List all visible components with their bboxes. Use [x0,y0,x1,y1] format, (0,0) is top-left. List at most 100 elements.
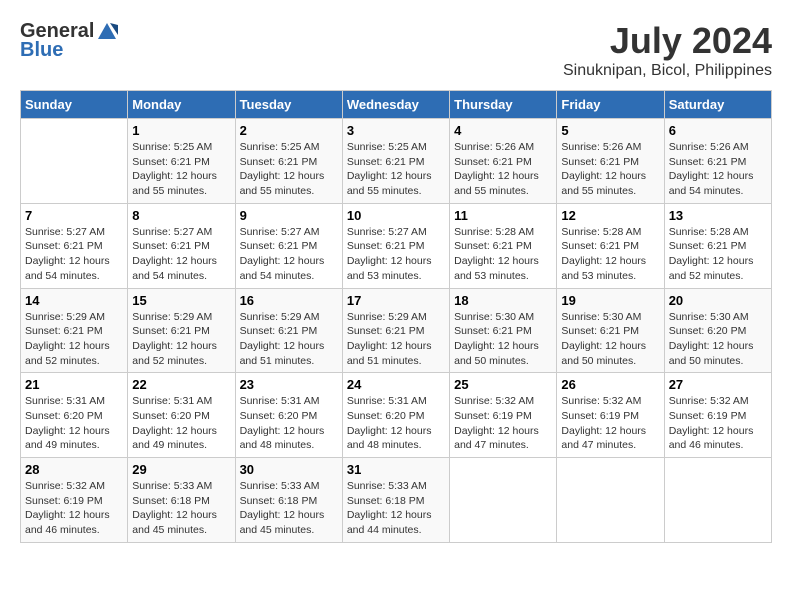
cell-content: Sunrise: 5:32 AM Sunset: 6:19 PM Dayligh… [454,394,552,453]
table-row: 2Sunrise: 5:25 AM Sunset: 6:21 PM Daylig… [235,119,342,204]
cell-content: Sunrise: 5:28 AM Sunset: 6:21 PM Dayligh… [454,225,552,284]
cell-content: Sunrise: 5:32 AM Sunset: 6:19 PM Dayligh… [669,394,767,453]
table-row: 4 Sunrise: 5:26 AM Sunset: 6:21 PM Daylig… [450,119,557,204]
table-row: 13 Sunrise: 5:28 AM Sunset: 6:21 PM Dayli… [664,203,771,288]
cell-content: Sunrise: 5:29 AM Sunset: 6:21 PM Dayligh… [347,310,445,369]
cell-content: Sunrise: 5:31 AM Sunset: 6:20 PM Dayligh… [25,394,123,453]
cell-content: Sunrise: 5:30 AM Sunset: 6:20 PM Dayligh… [669,310,767,369]
cell-content: Sunrise: 5:29 AM Sunset: 6:21 PM Dayligh… [240,310,338,369]
cell-content: Sunrise: 5:29 AM Sunset: 6:21 PM Dayligh… [132,310,230,369]
table-row: 31 Sunrise: 5:33 AM Sunset: 6:18 PM Dayli… [342,458,449,543]
day-number: 5 [561,123,659,138]
table-row [664,458,771,543]
table-row: 30Sunrise: 5:33 AM Sunset: 6:18 PM Dayli… [235,458,342,543]
table-row: 25 Sunrise: 5:32 AM Sunset: 6:19 PM Dayli… [450,373,557,458]
day-number: 26 [561,377,659,392]
header-row: Sunday Monday Tuesday Wednesday Thursday… [21,91,772,119]
table-row: 23Sunrise: 5:31 AM Sunset: 6:20 PM Dayli… [235,373,342,458]
day-number: 13 [669,208,767,223]
cell-content: Sunrise: 5:25 AM Sunset: 6:21 PM Dayligh… [240,140,338,199]
table-row: 5 Sunrise: 5:26 AM Sunset: 6:21 PM Daylig… [557,119,664,204]
table-row [450,458,557,543]
day-number: 24 [347,377,445,392]
day-number: 23 [240,377,338,392]
col-monday: Monday [128,91,235,119]
table-row: 7 Sunrise: 5:27 AM Sunset: 6:21 PM Daylig… [21,203,128,288]
table-row: 17 Sunrise: 5:29 AM Sunset: 6:21 PM Dayli… [342,288,449,373]
day-number: 1 [132,123,230,138]
month-year: July 2024 [563,20,772,62]
day-number: 3 [347,123,445,138]
cell-content: Sunrise: 5:30 AM Sunset: 6:21 PM Dayligh… [561,310,659,369]
cell-content: Sunrise: 5:28 AM Sunset: 6:21 PM Dayligh… [669,225,767,284]
cell-content: Sunrise: 5:25 AM Sunset: 6:21 PM Dayligh… [132,140,230,199]
week-row-5: 28 Sunrise: 5:32 AM Sunset: 6:19 PM Dayli… [21,458,772,543]
week-row-1: 1 Sunrise: 5:25 AM Sunset: 6:21 PM Daylig… [21,119,772,204]
logo-icon [96,21,118,43]
cell-content: Sunrise: 5:30 AM Sunset: 6:21 PM Dayligh… [454,310,552,369]
cell-content: Sunrise: 5:27 AM Sunset: 6:21 PM Dayligh… [132,225,230,284]
calendar-table: Sunday Monday Tuesday Wednesday Thursday… [20,90,772,543]
table-row: 10 Sunrise: 5:27 AM Sunset: 6:21 PM Dayli… [342,203,449,288]
cell-content: Sunrise: 5:29 AM Sunset: 6:21 PM Dayligh… [25,310,123,369]
col-saturday: Saturday [664,91,771,119]
cell-content: Sunrise: 5:32 AM Sunset: 6:19 PM Dayligh… [25,479,123,538]
day-number: 20 [669,293,767,308]
table-row: 3Sunrise: 5:25 AM Sunset: 6:21 PM Daylig… [342,119,449,204]
cell-content: Sunrise: 5:31 AM Sunset: 6:20 PM Dayligh… [132,394,230,453]
col-wednesday: Wednesday [342,91,449,119]
table-row: 18 Sunrise: 5:30 AM Sunset: 6:21 PM Dayli… [450,288,557,373]
table-row: 9 Sunrise: 5:27 AM Sunset: 6:21 PM Daylig… [235,203,342,288]
header: General Blue July 2024 Sinuknipan, Bicol… [20,20,772,80]
day-number: 10 [347,208,445,223]
table-row: 19 Sunrise: 5:30 AM Sunset: 6:21 PM Dayli… [557,288,664,373]
day-number: 9 [240,208,338,223]
day-number: 6 [669,123,767,138]
table-row: 11 Sunrise: 5:28 AM Sunset: 6:21 PM Dayli… [450,203,557,288]
table-row: 26 Sunrise: 5:32 AM Sunset: 6:19 PM Dayli… [557,373,664,458]
table-row: 15Sunrise: 5:29 AM Sunset: 6:21 PM Dayli… [128,288,235,373]
cell-content: Sunrise: 5:27 AM Sunset: 6:21 PM Dayligh… [25,225,123,284]
day-number: 7 [25,208,123,223]
logo: General Blue [20,20,118,62]
day-number: 16 [240,293,338,308]
table-row: 27Sunrise: 5:32 AM Sunset: 6:19 PM Dayli… [664,373,771,458]
week-row-2: 7 Sunrise: 5:27 AM Sunset: 6:21 PM Daylig… [21,203,772,288]
day-number: 11 [454,208,552,223]
week-row-4: 21Sunrise: 5:31 AM Sunset: 6:20 PM Dayli… [21,373,772,458]
table-row: 6Sunrise: 5:26 AM Sunset: 6:21 PM Daylig… [664,119,771,204]
location: Sinuknipan, Bicol, Philippines [563,62,772,80]
col-friday: Friday [557,91,664,119]
table-row: 22Sunrise: 5:31 AM Sunset: 6:20 PM Dayli… [128,373,235,458]
day-number: 25 [454,377,552,392]
day-number: 18 [454,293,552,308]
day-number: 28 [25,462,123,477]
table-row: 28 Sunrise: 5:32 AM Sunset: 6:19 PM Dayli… [21,458,128,543]
day-number: 12 [561,208,659,223]
cell-content: Sunrise: 5:26 AM Sunset: 6:21 PM Dayligh… [561,140,659,199]
day-number: 29 [132,462,230,477]
table-row: 1 Sunrise: 5:25 AM Sunset: 6:21 PM Daylig… [128,119,235,204]
table-row: 12Sunrise: 5:28 AM Sunset: 6:21 PM Dayli… [557,203,664,288]
cell-content: Sunrise: 5:33 AM Sunset: 6:18 PM Dayligh… [240,479,338,538]
day-number: 4 [454,123,552,138]
table-row: 8Sunrise: 5:27 AM Sunset: 6:21 PM Daylig… [128,203,235,288]
cell-content: Sunrise: 5:27 AM Sunset: 6:21 PM Dayligh… [240,225,338,284]
cell-content: Sunrise: 5:32 AM Sunset: 6:19 PM Dayligh… [561,394,659,453]
day-number: 19 [561,293,659,308]
cell-content: Sunrise: 5:31 AM Sunset: 6:20 PM Dayligh… [347,394,445,453]
table-row [21,119,128,204]
logo-blue: Blue [20,39,63,62]
table-row: 20 Sunrise: 5:30 AM Sunset: 6:20 PM Dayli… [664,288,771,373]
table-row: 14 Sunrise: 5:29 AM Sunset: 6:21 PM Dayli… [21,288,128,373]
week-row-3: 14 Sunrise: 5:29 AM Sunset: 6:21 PM Dayli… [21,288,772,373]
col-sunday: Sunday [21,91,128,119]
day-number: 31 [347,462,445,477]
cell-content: Sunrise: 5:33 AM Sunset: 6:18 PM Dayligh… [347,479,445,538]
table-row [557,458,664,543]
col-tuesday: Tuesday [235,91,342,119]
cell-content: Sunrise: 5:27 AM Sunset: 6:21 PM Dayligh… [347,225,445,284]
day-number: 14 [25,293,123,308]
day-number: 17 [347,293,445,308]
cell-content: Sunrise: 5:26 AM Sunset: 6:21 PM Dayligh… [454,140,552,199]
